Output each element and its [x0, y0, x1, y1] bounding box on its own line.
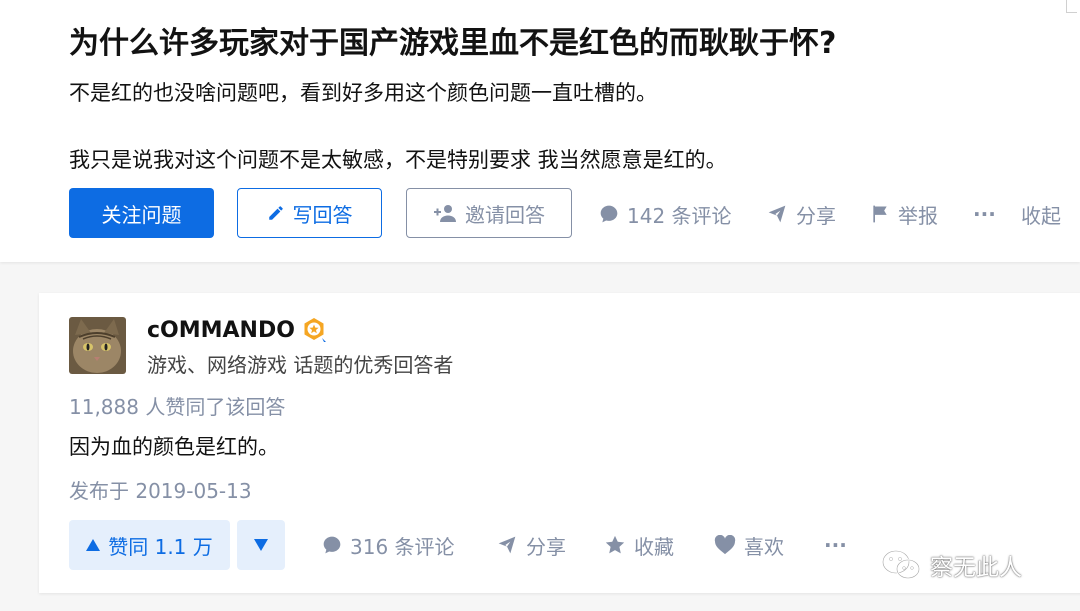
vote-down-button[interactable]	[237, 520, 285, 570]
cat-avatar-image	[69, 317, 126, 374]
answer-more-button[interactable]: ···	[824, 529, 847, 561]
question-share-button[interactable]: 分享	[766, 198, 836, 230]
avatar[interactable]	[69, 317, 126, 374]
question-description-line2: 我只是说我对这个问题不是太敏感，不是特别要求 我当然愿意是红的。	[69, 148, 727, 172]
write-answer-button[interactable]: 写回答	[237, 188, 382, 238]
vote-up-label: 赞同 1.1 万	[108, 534, 213, 559]
watermark-text: 察无此人	[930, 555, 1022, 581]
answer-share-button[interactable]: 分享	[496, 529, 566, 561]
collect-label: 收藏	[634, 534, 674, 559]
follow-question-label: 关注问题	[101, 202, 182, 227]
answer-more-label: ···	[824, 533, 847, 557]
invite-answer-label: 邀请回答	[465, 202, 545, 227]
write-answer-label: 写回答	[292, 202, 353, 227]
like-button[interactable]: 喜欢	[714, 529, 784, 561]
invite-answer-button[interactable]: 邀请回答	[406, 188, 572, 238]
share-icon	[498, 536, 516, 554]
follow-question-button[interactable]: 关注问题	[69, 188, 214, 238]
answer-comments-button[interactable]: 316 条评论	[322, 529, 455, 561]
star-icon	[605, 535, 625, 554]
triangle-up-icon	[86, 539, 101, 551]
publish-date[interactable]: 发布于 2019-05-13	[69, 475, 252, 504]
heart-icon	[714, 535, 736, 555]
question-description-line1: 不是红的也没啥问题吧，看到好多用这个颜色问题一直吐槽的。	[69, 81, 657, 105]
pencil-icon	[268, 206, 283, 220]
vote-count-info[interactable]: 11,888 人赞同了该回答	[69, 391, 285, 420]
more-options-label: ···	[973, 202, 996, 226]
corner-mark	[1066, 0, 1077, 13]
excellent-answerer-badge-icon	[304, 318, 326, 342]
question-comments-button[interactable]: 142 条评论	[599, 198, 732, 230]
add-person-icon	[434, 205, 456, 222]
comment-icon	[323, 536, 341, 554]
wechat-watermark: 察无此人	[880, 545, 1022, 585]
report-button[interactable]: 举报	[870, 198, 938, 230]
report-label: 举报	[898, 203, 938, 228]
answer-share-label: 分享	[526, 534, 566, 559]
comment-icon	[600, 205, 618, 223]
collapse-button[interactable]: 收起	[1021, 198, 1061, 230]
flag-icon	[873, 205, 887, 223]
collect-button[interactable]: 收藏	[604, 529, 674, 561]
triangle-down-icon	[254, 539, 268, 551]
author-description: 游戏、网络游戏 话题的优秀回答者	[147, 353, 454, 377]
share-icon	[768, 205, 786, 223]
question-title[interactable]: 为什么许多玩家对于国产游戏里血不是红色的而耿耿于怀?	[69, 20, 836, 68]
question-comments-label: 142 条评论	[627, 203, 732, 228]
like-label: 喜欢	[744, 534, 784, 559]
author-name-text: cOMMANDO	[147, 317, 295, 343]
wechat-icon	[881, 549, 921, 580]
answer-content: 因为血的颜色是红的。	[69, 435, 279, 459]
collapse-label: 收起	[1021, 203, 1061, 228]
question-card: 为什么许多玩家对于国产游戏里血不是红色的而耿耿于怀? 不是红的也没啥问题吧，看到…	[0, 0, 1080, 262]
answer-comments-label: 316 条评论	[350, 534, 455, 559]
question-share-label: 分享	[796, 203, 836, 228]
author-name[interactable]: cOMMANDO	[147, 317, 327, 343]
vote-up-button[interactable]: 赞同 1.1 万	[69, 520, 230, 570]
more-options-button[interactable]: ···	[973, 198, 996, 230]
